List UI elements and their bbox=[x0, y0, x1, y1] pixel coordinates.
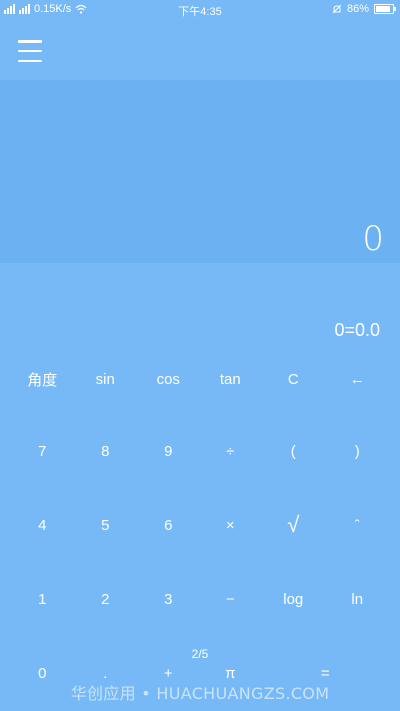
key-minus[interactable]: − bbox=[199, 562, 262, 636]
key-sqrt[interactable]: √ bbox=[262, 488, 325, 562]
key-sin[interactable]: sin bbox=[74, 342, 137, 416]
key-8[interactable]: 8 bbox=[74, 414, 137, 488]
key-cos[interactable]: cos bbox=[137, 342, 200, 416]
key-row-1: 角度 sin cos tan C ← bbox=[0, 342, 400, 416]
key-row-3: 4 5 6 × √ ˆ bbox=[0, 488, 400, 562]
key-log[interactable]: log bbox=[262, 562, 325, 636]
battery-percent: 86% bbox=[346, 3, 369, 15]
key-row-4: 1 2 3 − log ln bbox=[0, 562, 400, 636]
watermark: 华创应用 • HUACHUANGZS.COM bbox=[70, 684, 330, 703]
result-line: 0=0.0 bbox=[334, 320, 380, 340]
key-power[interactable]: ˆ bbox=[326, 488, 389, 562]
key-angle-mode[interactable]: 角度 bbox=[11, 342, 74, 416]
key-7[interactable]: 7 bbox=[11, 414, 74, 488]
key-5[interactable]: 5 bbox=[74, 488, 137, 562]
battery-icon bbox=[374, 4, 396, 14]
key-close-paren[interactable]: ) bbox=[326, 414, 389, 488]
key-tan[interactable]: tan bbox=[199, 342, 262, 416]
key-ln[interactable]: ln bbox=[326, 562, 389, 636]
key-divide[interactable]: ÷ bbox=[199, 414, 262, 488]
page-indicator: 2/5 bbox=[191, 647, 209, 661]
alarm-off-icon bbox=[332, 4, 342, 14]
key-open-paren[interactable]: ( bbox=[262, 414, 325, 488]
key-multiply[interactable]: × bbox=[199, 488, 262, 562]
hamburger-menu-icon[interactable] bbox=[18, 40, 42, 62]
key-6[interactable]: 6 bbox=[137, 488, 200, 562]
menu-bar bbox=[18, 59, 42, 62]
key-9[interactable]: 9 bbox=[137, 414, 200, 488]
key-3[interactable]: 3 bbox=[137, 562, 200, 636]
key-clear[interactable]: C bbox=[262, 342, 325, 416]
display-panel: 0 bbox=[0, 80, 400, 263]
status-right: 86% bbox=[332, 3, 396, 15]
menu-bar bbox=[18, 49, 42, 53]
key-backspace[interactable]: ← bbox=[326, 342, 389, 416]
status-bar: 0.15K/s 下午4:35 86% bbox=[0, 0, 400, 20]
key-1[interactable]: 1 bbox=[11, 562, 74, 636]
key-2[interactable]: 2 bbox=[74, 562, 137, 636]
menu-bar bbox=[18, 40, 42, 43]
display-value: 0 bbox=[362, 219, 384, 259]
key-4[interactable]: 4 bbox=[11, 488, 74, 562]
key-row-2: 7 8 9 ÷ ( ) bbox=[0, 414, 400, 488]
